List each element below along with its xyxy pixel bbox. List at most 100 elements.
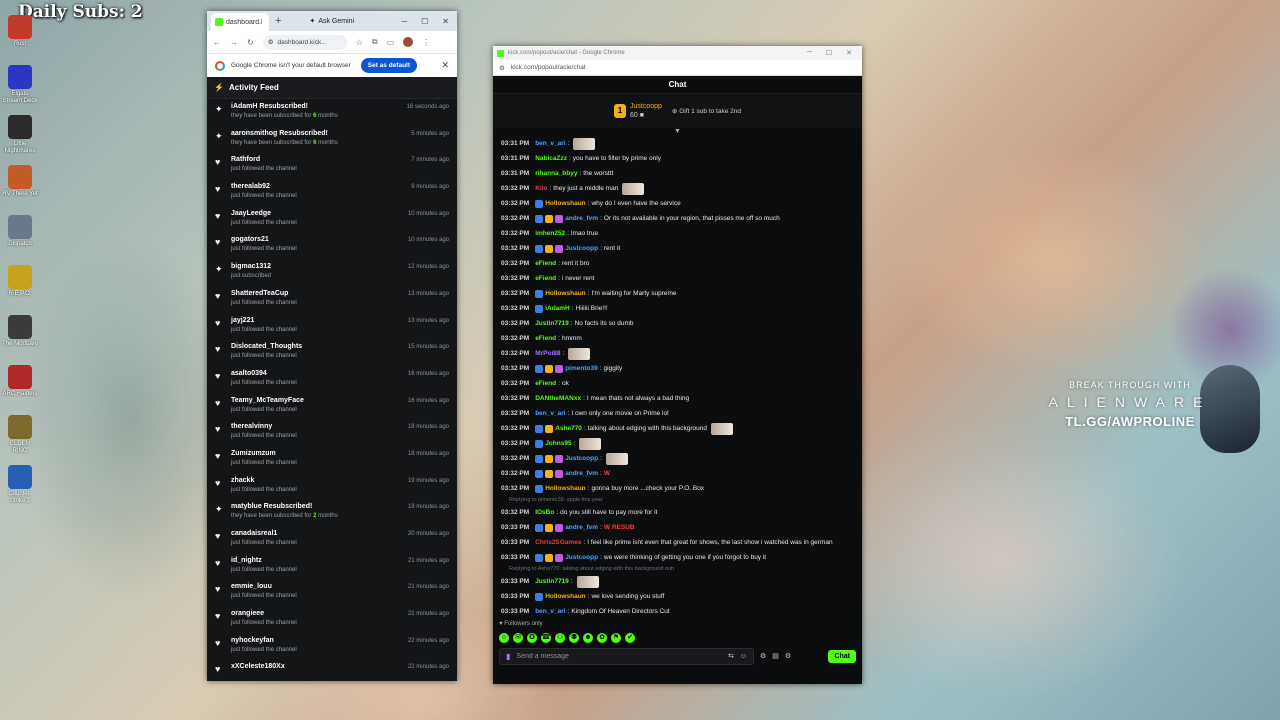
chat-message[interactable]: 03:31 PM rihanna_bbyy: the worsttt: [501, 166, 854, 181]
quick-emote-icon[interactable]: ✔: [625, 633, 635, 643]
message-username[interactable]: Kilo: [535, 181, 547, 196]
chat-message[interactable]: 03:32 PM Justcoopp:: [501, 451, 854, 466]
activity-feed-item[interactable]: ♥ Dislocated_Thoughts just followed the ch…: [207, 339, 457, 366]
menu-kebab-icon[interactable]: ⋮: [422, 38, 430, 47]
chat-message[interactable]: 03:32 PM MrPoi88:: [501, 346, 854, 361]
desktop-icon[interactable]: Counter-Strike 2: [2, 462, 38, 512]
quick-emote-icon[interactable]: ✉: [513, 633, 523, 643]
reload-icon[interactable]: ↻: [247, 38, 254, 47]
sidepanel-icon[interactable]: ▭: [387, 38, 395, 47]
chat-message[interactable]: 03:33 PM Justin7719:: [501, 574, 854, 589]
settings-gear-icon[interactable]: ⚙: [785, 652, 791, 660]
chat-message[interactable]: 03:32 PM pimento39: giggity: [501, 361, 854, 376]
reply-context[interactable]: Replying to pimento39: apple this year: [501, 496, 854, 505]
activity-feed-item[interactable]: ✦ bigmac1312 just subscribed 12 minutes ago: [207, 259, 457, 286]
chat-message[interactable]: 03:33 PM Justcoopp: we were thinking of ge…: [501, 550, 854, 565]
site-info-icon[interactable]: ⚙: [499, 64, 505, 72]
chat-message[interactable]: 03:32 PM DANtheMANxx: I mean thats not alw…: [501, 391, 854, 406]
chat-message[interactable]: 03:32 PM eFiend: hmmm: [501, 331, 854, 346]
send-chat-button[interactable]: Chat: [828, 649, 856, 663]
activity-feed-item[interactable]: ♥ gogators21 just followed the channel 10 m…: [207, 232, 457, 259]
chat-message[interactable]: 03:33 PM Chris2SGames: I feel like prime i…: [501, 535, 854, 550]
chat-message[interactable]: 03:33 PM Hollowshaun: we love sending you …: [501, 589, 854, 604]
message-username[interactable]: NabicaZzz: [535, 151, 567, 166]
chat-message[interactable]: 03:32 PM eFiend: i never rent: [501, 271, 854, 286]
message-username[interactable]: Johns95: [545, 436, 571, 451]
message-username[interactable]: andre_fvm: [565, 211, 598, 226]
message-username[interactable]: eFiend: [535, 256, 556, 271]
chat-message[interactable]: 03:32 PM Hollowshaun: why do I even have t…: [501, 196, 854, 211]
activity-feed-item[interactable]: ♥ Zumizumzum just followed the channel 18 m…: [207, 446, 457, 473]
maximize-icon[interactable]: ☐: [826, 49, 832, 57]
message-username[interactable]: Hollowshaun: [545, 481, 585, 496]
activity-feed-item[interactable]: ♥ canadaisreal1 just followed the channel 2…: [207, 526, 457, 553]
new-tab-button[interactable]: +: [275, 15, 281, 27]
activity-feed-item[interactable]: ♥ xXCeleste180Xx 22 minutes ago: [207, 659, 457, 681]
message-username[interactable]: rihanna_bbyy: [535, 166, 577, 181]
desktop-icon[interactable]: ELDEN RING: [2, 412, 38, 462]
activity-feed-item[interactable]: ♥ zhackk just followed the channel 19 minut…: [207, 473, 457, 500]
reply-context[interactable]: Replying to Ashe770: talking about edgin…: [501, 565, 854, 574]
message-username[interactable]: eFiend: [535, 271, 556, 286]
chat-message[interactable]: 03:32 PM Justin7719: No facts its so dumb: [501, 316, 854, 331]
message-username[interactable]: imhen252: [535, 226, 565, 241]
message-username[interactable]: Ashe770: [555, 421, 582, 436]
chat-message[interactable]: 03:32 PM Kilo: they just a middle man: [501, 181, 854, 196]
desktop-icon[interactable]: Little Nightmares: [2, 112, 38, 162]
message-username[interactable]: Justcoopp: [565, 550, 598, 565]
close-icon[interactable]: ✕: [846, 49, 852, 57]
giftbox-icon[interactable]: ▤: [772, 652, 779, 660]
message-username[interactable]: ben_v_ari: [535, 406, 565, 421]
message-username[interactable]: Hollowshaun: [545, 196, 585, 211]
minimize-icon[interactable]: ─: [807, 49, 812, 57]
chat-message[interactable]: 03:32 PM IOsBo: do you still have to pay m…: [501, 505, 854, 520]
chat-message[interactable]: 03:32 PM Hollowshaun: I'm waiting for Mart…: [501, 286, 854, 301]
bot-commands-icon[interactable]: ⚙: [760, 652, 766, 660]
desktop-icon[interactable]: Dispatch: [2, 212, 38, 262]
quick-emote-icon[interactable]: ⚑: [611, 633, 621, 643]
chat-message[interactable]: 03:31 PM NabicaZzz: you have to filter by …: [501, 151, 854, 166]
popout-url[interactable]: kick.com/popout/acie/chat: [511, 64, 586, 71]
chat-message[interactable]: 03:33 PM ben_v_ari: Kingdom Of Heaven Dire…: [501, 604, 854, 619]
tab-dashboard[interactable]: dashboard.k ✕: [211, 13, 269, 31]
desktop-icon[interactable]: RV There Yet: [2, 162, 38, 212]
translate-icon[interactable]: ⇆: [728, 652, 734, 660]
chat-message[interactable]: 03:32 PM iAdamH: Hiiiiii Brie!!!: [501, 301, 854, 316]
profile-avatar[interactable]: [403, 37, 414, 47]
activity-feed-item[interactable]: ♥ Teamy_McTeamyFace just followed the chan…: [207, 393, 457, 420]
message-username[interactable]: andre_fvm: [565, 520, 598, 535]
bookmark-star-icon[interactable]: ☆: [356, 38, 363, 47]
chat-message[interactable]: 03:31 PM ben_v_ari:: [501, 136, 854, 151]
activity-feed-item[interactable]: ✦ aaronsmithog Resubscribed! they have bee…: [207, 126, 457, 153]
message-username[interactable]: ben_v_ari: [535, 604, 565, 619]
message-username[interactable]: iAdamH: [545, 301, 570, 316]
message-username[interactable]: Hollowshaun: [545, 286, 585, 301]
quick-emote-icon[interactable]: ✪: [527, 633, 537, 643]
back-icon[interactable]: ←: [213, 38, 221, 47]
maximize-icon[interactable]: ☐: [421, 17, 428, 26]
chat-message[interactable]: 03:32 PM Johns95:: [501, 436, 854, 451]
extensions-icon[interactable]: ⧉: [372, 37, 378, 47]
activity-feed-item[interactable]: ♥ jayj221 just followed the channel 13 minu…: [207, 313, 457, 340]
desktop-icon[interactable]: The Mortuary: [2, 312, 38, 362]
activity-feed-item[interactable]: ♥ asalto0394 just followed the channel 16 m…: [207, 366, 457, 393]
message-username[interactable]: Chris2SGames: [535, 535, 581, 550]
message-username[interactable]: MrPoi88: [535, 346, 560, 361]
desktop-icon[interactable]: ARC Raiders: [2, 362, 38, 412]
ask-gemini-button[interactable]: ✦ Ask Gemini: [309, 17, 354, 26]
set-default-button[interactable]: Set as default: [360, 58, 418, 73]
activity-feed-item[interactable]: ♥ nyhockeyfan just followed the channel 22 …: [207, 633, 457, 660]
message-username[interactable]: DANtheMANxx: [535, 391, 581, 406]
url-field[interactable]: ⚙ dashboard.kick...: [262, 34, 347, 50]
activity-feed-item[interactable]: ♥ ShatteredTeaCup just followed the channe…: [207, 286, 457, 313]
activity-feed-item[interactable]: ♥ emmie_louu just followed the channel 21 m…: [207, 579, 457, 606]
chat-message[interactable]: 03:33 PM andre_fvm: W RESUB: [501, 520, 854, 535]
gift-sub-prompt[interactable]: ⊕ Gift 1 sub to take 2nd: [672, 107, 741, 115]
message-username[interactable]: andre_fvm: [565, 466, 598, 481]
top-gifter[interactable]: Justcoopp 60 ■: [630, 102, 662, 120]
message-username[interactable]: ben_v_ari: [535, 136, 565, 151]
desktop-icon[interactable]: Rust: [2, 12, 38, 62]
activity-feed-item[interactable]: ✦ matyblue Resubscribed! they have been su…: [207, 499, 457, 526]
activity-feed-item[interactable]: ✦ iAdamH Resubscribed! they have been subs…: [207, 99, 457, 126]
emote-picker-icon[interactable]: ☺: [740, 653, 747, 660]
